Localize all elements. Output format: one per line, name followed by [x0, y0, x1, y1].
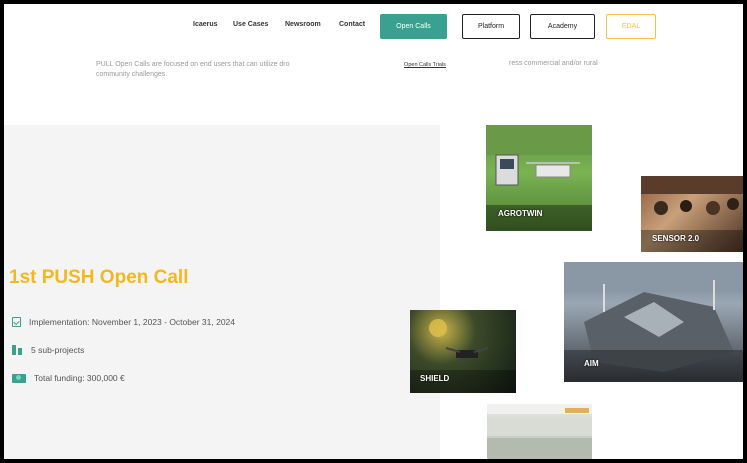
intro-text: PULL Open Calls are focused on end users…	[96, 60, 386, 80]
top-nav: Icaerus Use Cases Newsroom Contact Open …	[4, 14, 743, 40]
calendar-check-icon	[12, 317, 21, 327]
open-calls-button[interactable]: Open Calls	[380, 14, 447, 39]
agrotwin-tile[interactable]: AGROTWIN	[486, 125, 592, 231]
subprojects-row: 5 sub-projects	[12, 345, 84, 355]
agrotwin-label: AGROTWIN	[498, 209, 543, 218]
funding-row: Total funding: 300,000 €	[12, 373, 125, 383]
sensor-label: SENSOR 2.0	[652, 234, 700, 243]
nav-link-newsroom[interactable]: Newsroom	[285, 21, 321, 28]
nav-link-use-cases[interactable]: Use Cases	[233, 21, 268, 28]
open-calls-trials-link[interactable]: Open Calls Trials	[391, 56, 459, 74]
implementation-text: Implementation: November 1, 2023 - Octob…	[29, 317, 236, 327]
people-icon	[12, 345, 23, 355]
call-title: 1st PUSH Open Call	[9, 267, 189, 288]
edal-button[interactable]: EDAL	[606, 14, 656, 39]
academy-button[interactable]: Academy	[530, 14, 595, 39]
money-icon	[12, 373, 26, 383]
aerial-field-image	[487, 404, 592, 459]
intro-line-2: community challenges.	[96, 71, 168, 78]
nav-link-contact[interactable]: Contact	[339, 21, 365, 28]
subprojects-text: 5 sub-projects	[31, 345, 85, 355]
funding-text: Total funding: 300,000 €	[34, 373, 125, 383]
platform-button[interactable]: Platform	[462, 14, 520, 39]
call-panel	[4, 125, 440, 459]
sensor-tile[interactable]: SENSOR 2.0	[641, 176, 743, 252]
implementation-row: Implementation: November 1, 2023 - Octob…	[12, 317, 235, 327]
nav-link-icaerus[interactable]: Icaerus	[193, 21, 218, 28]
intro-line-1: PULL Open Calls are focused on end users…	[96, 61, 290, 68]
bottom-tile[interactable]	[487, 404, 592, 459]
page: Icaerus Use Cases Newsroom Contact Open …	[4, 4, 743, 459]
aim-tile[interactable]: AIM	[564, 262, 743, 382]
shield-label: SHIELD	[420, 374, 450, 383]
intro-text-right: ress commercial and/or rural	[509, 60, 598, 67]
aim-label: AIM	[584, 359, 599, 368]
shield-tile[interactable]: SHIELD	[410, 310, 516, 393]
